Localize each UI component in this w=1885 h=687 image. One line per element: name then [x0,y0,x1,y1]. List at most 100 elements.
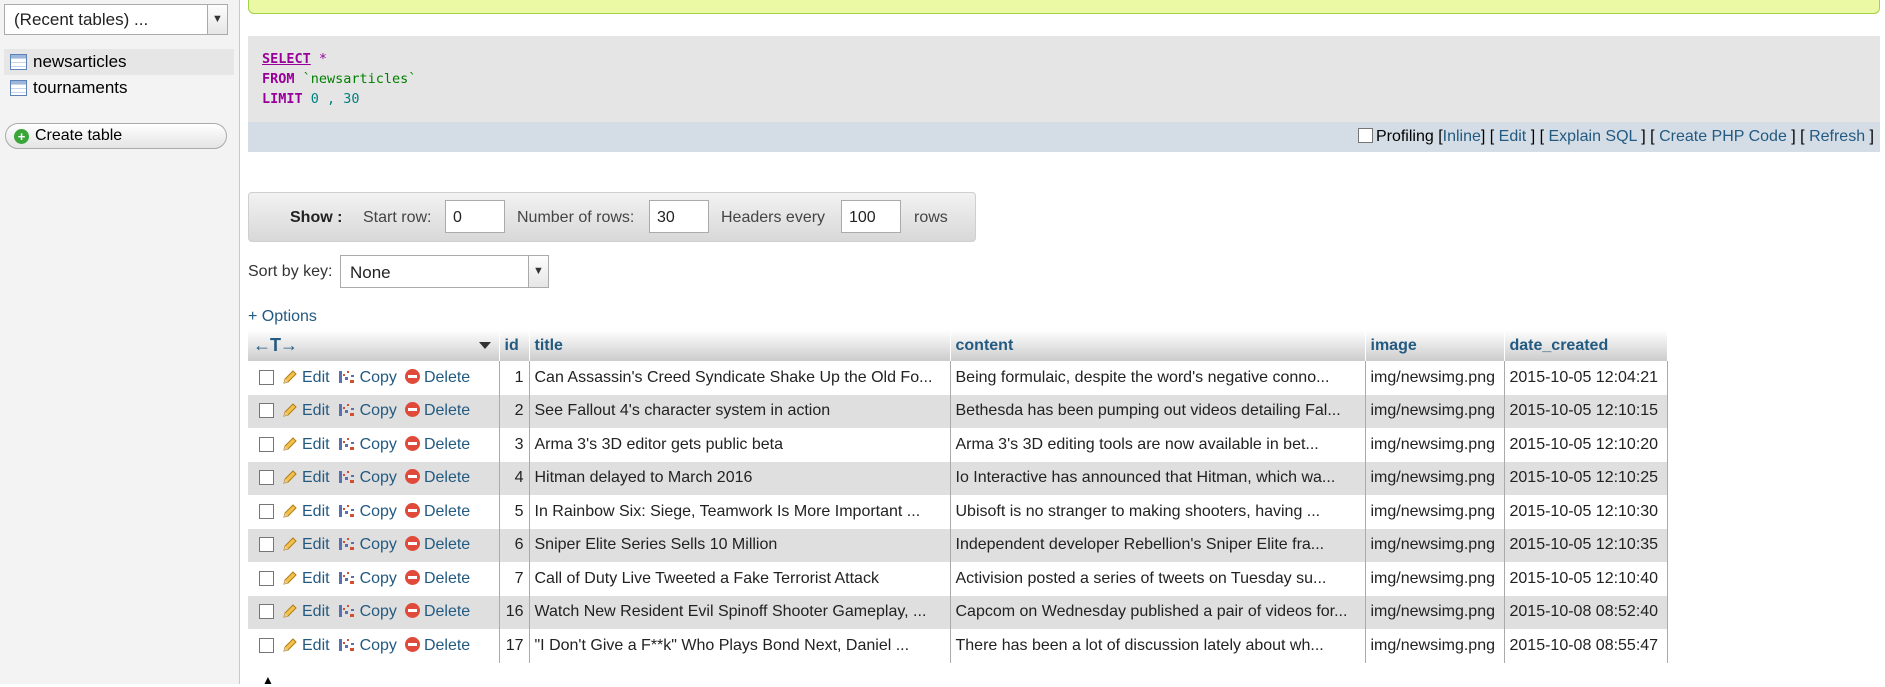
row-checkbox[interactable] [259,369,274,385]
row-checkbox[interactable] [259,403,274,419]
edit-label[interactable]: Edit [302,402,330,419]
edit-label[interactable]: Edit [302,603,330,620]
delete-icon[interactable] [404,502,420,518]
explain-sql-link[interactable]: Explain SQL [1548,128,1636,145]
options-link[interactable]: + Options [248,308,317,326]
sort-by-key-select[interactable]: None ▼ [340,255,549,288]
create-php-code-link[interactable]: Create PHP Code [1659,128,1787,145]
delete-label[interactable]: Delete [424,469,470,486]
copy-icon[interactable] [338,570,356,586]
cell-title[interactable]: Hitman delayed to March 2016 [529,461,951,495]
table-icon[interactable] [10,80,27,96]
delete-row-link[interactable]: Delete [404,435,470,453]
pencil-icon[interactable] [282,436,298,452]
edit-row-link[interactable]: Edit [282,536,330,553]
column-arrows-icon[interactable]: ←T→ [253,335,298,355]
cell-content[interactable]: Independent developer Rebellion's Sniper… [950,528,1366,562]
pencil-icon[interactable] [282,637,298,653]
copy-label[interactable]: Copy [360,503,397,520]
delete-label[interactable]: Delete [424,637,470,654]
edit-label[interactable]: Edit [302,369,330,386]
pencil-icon[interactable] [282,369,298,385]
cell-image[interactable]: img/newsimg.png [1365,394,1505,428]
cell-content[interactable]: There has been a lot of discussion latel… [950,629,1366,663]
table-row[interactable]: Edit Copy Delete 6 Sniper Elite Series Sells… [248,528,1668,562]
refresh-link[interactable]: Refresh [1809,128,1865,145]
delete-label[interactable]: Delete [424,570,470,587]
copy-label[interactable]: Copy [360,536,397,553]
delete-icon[interactable] [404,402,420,418]
table-row[interactable]: Edit Copy Delete 4 Hitman delayed to March 2… [248,461,1668,495]
delete-row-link[interactable]: Delete [404,469,470,486]
delete-label[interactable]: Delete [424,369,470,386]
cell-date-created[interactable]: 2015-10-05 12:10:25 [1504,461,1668,495]
delete-row-link[interactable]: Delete [404,603,470,620]
table-row[interactable]: Edit Copy Delete 16 Watch New Resident Evil … [248,595,1668,629]
edit-sql-link[interactable]: Edit [1499,128,1527,145]
copy-icon[interactable] [338,637,356,653]
delete-label[interactable]: Delete [424,603,470,620]
delete-icon[interactable] [404,469,420,485]
edit-row-link[interactable]: Edit [282,637,330,654]
delete-label[interactable]: Delete [424,536,470,553]
edit-row-link[interactable]: Edit [282,570,330,587]
pencil-icon[interactable] [282,503,298,519]
chevron-down-icon[interactable] [478,342,491,349]
copy-label[interactable]: Copy [360,369,397,386]
column-header-content[interactable]: content [950,330,1366,361]
sql-select-keyword[interactable]: SELECT [262,51,311,67]
cell-date-created[interactable]: 2015-10-05 12:04:21 [1504,361,1668,395]
copy-row-link[interactable]: Copy [338,603,397,620]
copy-icon[interactable] [338,436,356,452]
table-row[interactable]: Edit Copy Delete 2 See Fallout 4's character… [248,394,1668,428]
row-checkbox[interactable] [259,570,274,586]
headers-every-input[interactable]: 100 [841,200,901,233]
delete-icon[interactable] [404,435,420,451]
edit-label[interactable]: Edit [302,570,330,587]
edit-label[interactable]: Edit [302,536,330,553]
profiling-checkbox[interactable] [1357,128,1373,143]
number-of-rows-input[interactable]: 30 [649,200,709,233]
start-row-input[interactable]: 0 [445,200,505,233]
cell-date-created[interactable]: 2015-10-08 08:55:47 [1504,629,1668,663]
delete-label[interactable]: Delete [424,503,470,520]
row-checkbox[interactable] [259,537,274,553]
chevron-down-icon[interactable]: ▼ [528,256,548,287]
column-controls-header[interactable]: ←T→ [248,330,500,361]
cell-id[interactable]: 17 [499,629,530,663]
cell-title[interactable]: Sniper Elite Series Sells 10 Million [529,528,951,562]
edit-row-link[interactable]: Edit [282,436,330,453]
pencil-icon[interactable] [282,469,298,485]
copy-label[interactable]: Copy [360,570,397,587]
create-table-button[interactable]: + Create table [5,123,227,149]
cell-id[interactable]: 2 [499,394,530,428]
copy-label[interactable]: Copy [360,637,397,654]
copy-row-link[interactable]: Copy [338,503,397,520]
table-row[interactable]: Edit Copy Delete 17 "I Don't Give a F**k" Wh… [248,629,1668,663]
edit-row-link[interactable]: Edit [282,603,330,620]
copy-row-link[interactable]: Copy [338,570,397,587]
column-header-title[interactable]: title [529,330,951,361]
column-header-id[interactable]: id [499,330,530,361]
cell-id[interactable]: 6 [499,528,530,562]
cell-title[interactable]: Call of Duty Live Tweeted a Fake Terrori… [529,562,951,596]
cell-content[interactable]: Activision posted a series of tweets on … [950,562,1366,596]
cell-content[interactable]: Bethesda has been pumping out videos det… [950,394,1366,428]
cell-id[interactable]: 7 [499,562,530,596]
copy-row-link[interactable]: Copy [338,469,397,486]
copy-label[interactable]: Copy [360,469,397,486]
recent-tables-select[interactable]: (Recent tables) ... ▼ [4,4,228,35]
column-header-date-created[interactable]: date_created [1504,330,1668,361]
cell-title[interactable]: See Fallout 4's character system in acti… [529,394,951,428]
copy-icon[interactable] [338,402,356,418]
cell-date-created[interactable]: 2015-10-05 12:10:35 [1504,528,1668,562]
cell-id[interactable]: 1 [499,361,530,395]
delete-icon[interactable] [404,536,420,552]
edit-label[interactable]: Edit [302,469,330,486]
copy-row-link[interactable]: Copy [338,369,397,386]
cell-id[interactable]: 4 [499,461,530,495]
edit-row-link[interactable]: Edit [282,402,330,419]
copy-row-link[interactable]: Copy [338,402,397,419]
cell-title[interactable]: Watch New Resident Evil Spinoff Shooter … [529,595,951,629]
cell-content[interactable]: Arma 3's 3D editing tools are now availa… [950,428,1366,462]
